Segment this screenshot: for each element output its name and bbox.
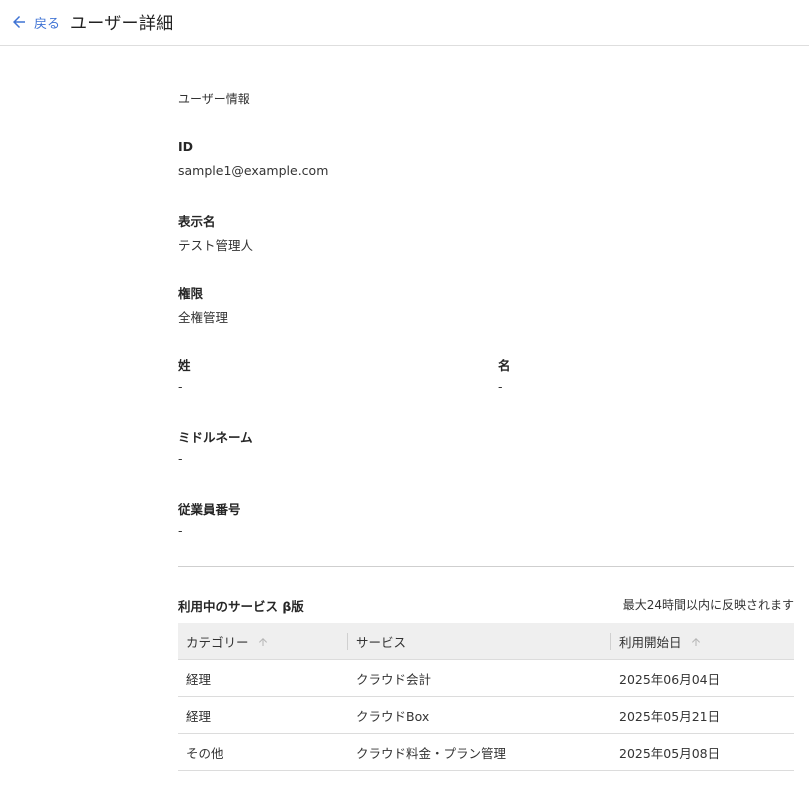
cell-category: その他: [186, 746, 224, 761]
display-name-value: テスト管理人: [178, 238, 254, 253]
cell-service: クラウド会計: [356, 672, 432, 687]
column-header-label: サービス: [356, 635, 407, 650]
column-header-category[interactable]: カテゴリー: [186, 623, 269, 660]
section-divider: [178, 566, 794, 567]
table-row: 経理 クラウドBox 2025年05月21日: [178, 697, 794, 734]
arrow-up-icon[interactable]: [257, 636, 269, 648]
services-table: カテゴリー サービス 利用開始日 経理 クラウド会計 2025年06月04日 経…: [178, 623, 794, 771]
cell-start-date: 2025年05月08日: [619, 746, 721, 761]
column-header-service: サービス: [347, 623, 407, 660]
page-title: ユーザー詳細: [70, 14, 174, 34]
column-separator: [610, 633, 611, 650]
table-row: その他 クラウド料金・プラン管理 2025年05月08日: [178, 734, 794, 771]
column-header-label: カテゴリー: [186, 635, 249, 650]
permission-label: 権限: [178, 286, 204, 301]
cell-category: 経理: [186, 709, 212, 724]
first-name-value: -: [498, 379, 503, 394]
id-label: ID: [178, 139, 194, 154]
arrow-up-icon[interactable]: [690, 636, 702, 648]
id-value: sample1@example.com: [178, 163, 329, 178]
middle-name-value: -: [178, 451, 183, 466]
top-bar: 戻る ユーザー詳細: [0, 0, 809, 46]
table-row: 経理 クラウド会計 2025年06月04日: [178, 660, 794, 697]
services-note: 最大24時間以内に反映されます: [622, 598, 794, 612]
cell-start-date: 2025年05月21日: [619, 709, 721, 724]
cell-category: 経理: [186, 672, 212, 687]
last-name-value: -: [178, 379, 183, 394]
permission-value: 全権管理: [178, 310, 229, 325]
middle-name-label: ミドルネーム: [178, 430, 253, 445]
display-name-label: 表示名: [178, 214, 216, 229]
services-title: 利用中のサービス β版: [178, 599, 304, 614]
employee-number-label: 従業員番号: [178, 502, 241, 517]
column-separator: [347, 633, 348, 650]
back-label: 戻る: [34, 16, 61, 32]
last-name-label: 姓: [178, 358, 191, 373]
arrow-left-icon: [10, 13, 28, 31]
first-name-label: 名: [498, 358, 511, 373]
column-header-label: 利用開始日: [619, 635, 682, 650]
cell-service: クラウド料金・プラン管理: [356, 746, 507, 761]
column-header-start-date[interactable]: 利用開始日: [610, 623, 702, 660]
cell-start-date: 2025年06月04日: [619, 672, 721, 687]
cell-service: クラウドBox: [356, 709, 430, 724]
employee-number-value: -: [178, 523, 183, 538]
back-button[interactable]: 戻る: [10, 11, 60, 33]
table-header: カテゴリー サービス 利用開始日: [178, 623, 794, 660]
section-title: ユーザー情報: [178, 92, 250, 106]
